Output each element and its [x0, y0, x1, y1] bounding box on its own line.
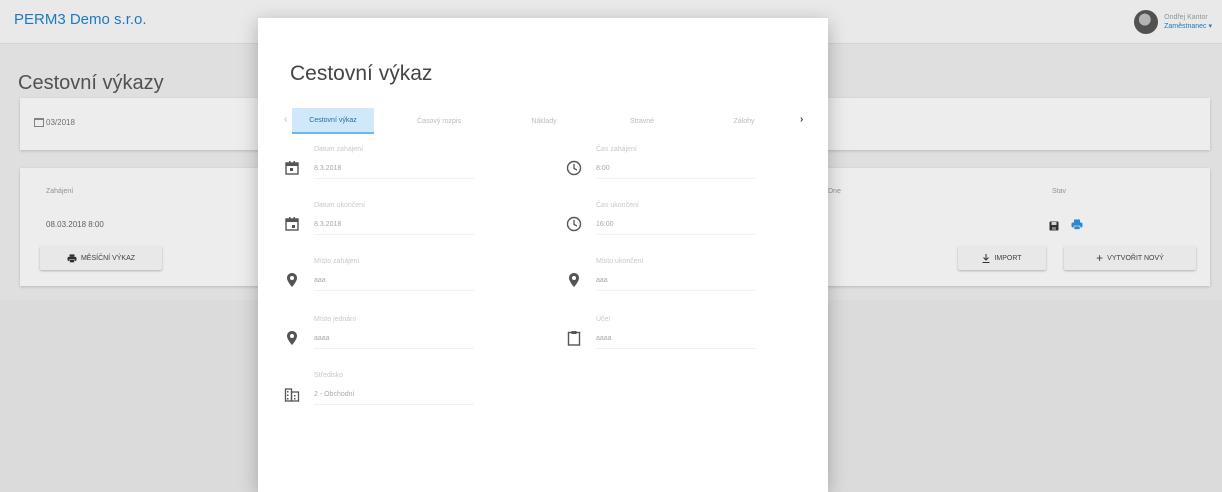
- time-from-value[interactable]: 8:00: [596, 165, 610, 172]
- place-from-field[interactable]: Místo zahájení aaa: [284, 258, 484, 298]
- tab-travel-report[interactable]: Cestovní výkaz: [292, 108, 374, 134]
- date-from-label: Datum zahájení: [314, 146, 364, 153]
- travel-report-dialog: Cestovní výkaz ‹ Cestovní výkaz Časový r…: [258, 18, 828, 492]
- cost-center-value[interactable]: 2 - Obchodní: [314, 391, 354, 398]
- place-to-field[interactable]: Místo ukončení aaa: [566, 258, 766, 298]
- tab-expenses[interactable]: Náklady: [514, 108, 574, 134]
- cost-center-label: Středisko: [314, 372, 344, 379]
- tab-meal-allowance[interactable]: Stravné: [612, 108, 672, 134]
- date-from-field[interactable]: Datum zahájení 8.3.2018: [284, 146, 484, 186]
- cost-center-underline: [314, 404, 474, 405]
- visit-place-underline: [314, 348, 474, 349]
- location-pin-icon: [287, 273, 297, 287]
- place-to-underline: [596, 290, 756, 291]
- tab-advances[interactable]: Zálohy: [714, 108, 774, 134]
- time-to-underline: [596, 234, 756, 235]
- visit-place-label: Místo jednání: [314, 316, 357, 323]
- tab-time-schedule[interactable]: Časový rozpis: [404, 108, 474, 134]
- date-from-underline: [314, 178, 474, 179]
- date-to-value[interactable]: 8.3.2018: [314, 221, 341, 228]
- time-from-label: Čas zahájení: [596, 146, 637, 153]
- dialog-tabs: ‹ Cestovní výkaz Časový rozpis Náklady S…: [276, 108, 816, 134]
- place-to-label: Místo ukončení: [596, 258, 644, 265]
- visit-place-field[interactable]: Místo jednání aaaa: [284, 316, 484, 356]
- location-pin-icon: [287, 331, 297, 345]
- tabs-scroll-right-icon[interactable]: ›: [800, 114, 803, 125]
- place-from-underline: [314, 290, 474, 291]
- date-to-label: Datum ukončení: [314, 202, 365, 209]
- clock-icon: [566, 160, 582, 176]
- clock-icon: [566, 216, 582, 232]
- purpose-label: Účel: [596, 316, 611, 323]
- time-to-label: Čas ukončení: [596, 202, 639, 209]
- time-from-underline: [596, 178, 756, 179]
- date-from-value[interactable]: 8.3.2018: [314, 165, 341, 172]
- place-from-label: Místo zahájení: [314, 258, 360, 265]
- clipboard-icon: [567, 331, 581, 346]
- purpose-value[interactable]: aaaa: [596, 335, 612, 342]
- dialog-title: Cestovní výkaz: [290, 62, 433, 85]
- place-to-value[interactable]: aaa: [596, 277, 608, 284]
- purpose-underline: [596, 348, 756, 349]
- calendar-icon: [285, 161, 299, 175]
- calendar-icon: [285, 217, 299, 231]
- date-to-field[interactable]: Datum ukončení 8.3.2018: [284, 202, 484, 242]
- date-to-underline: [314, 234, 474, 235]
- place-from-value[interactable]: aaa: [314, 277, 326, 284]
- building-icon: [284, 388, 300, 402]
- cost-center-field[interactable]: Středisko 2 - Obchodní: [284, 372, 484, 412]
- time-to-value[interactable]: 16:00: [596, 221, 614, 228]
- purpose-field[interactable]: Účel aaaa: [566, 316, 766, 356]
- tabs-scroll-left-icon[interactable]: ‹: [284, 114, 287, 125]
- visit-place-value[interactable]: aaaa: [314, 335, 330, 342]
- location-pin-icon: [569, 273, 579, 287]
- time-to-field[interactable]: Čas ukončení 16:00: [566, 202, 766, 242]
- time-from-field[interactable]: Čas zahájení 8:00: [566, 146, 766, 186]
